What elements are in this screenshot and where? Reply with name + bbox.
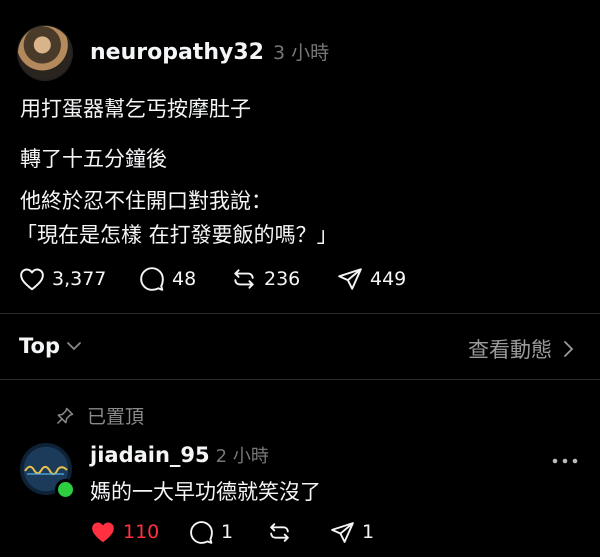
comment-actions: 110 1 1: [0, 518, 600, 546]
post-actions: 3,377 48 236 449: [0, 264, 600, 294]
pin-icon: [56, 407, 74, 424]
post-line-4: 「現在是怎樣 在打發要飯的嗎？」: [16, 223, 338, 247]
send-icon: [331, 521, 354, 543]
heart-filled-icon: [92, 522, 114, 543]
repost-icon: [270, 522, 289, 542]
like-button[interactable]: 3,377: [19, 267, 106, 291]
repost-button[interactable]: 236: [231, 266, 300, 292]
repost-count: 236: [264, 268, 301, 290]
comment-text: 媽的一大早功德就笑沒了: [90, 480, 321, 504]
activity-label: 查看動態: [468, 338, 552, 362]
ellipsis-icon: [552, 458, 578, 464]
avatar-logo-image: [24, 465, 68, 475]
sort-dropdown[interactable]: Top: [19, 334, 82, 358]
view-activity-link[interactable]: 查看動態: [468, 334, 574, 364]
post-author-avatar[interactable]: [18, 26, 72, 80]
comment-time: 2 小時: [215, 446, 269, 467]
chevron-down-icon: [67, 342, 81, 351]
comment-header: jiadain_95 2 小時: [90, 442, 269, 468]
repost-icon: [234, 269, 254, 289]
post-header: neuropathy32 3 小時: [90, 38, 329, 65]
pinned-indicator: 已置頂: [55, 402, 144, 429]
comment-share-count: 1: [362, 521, 375, 543]
comment-username[interactable]: jiadain_95: [90, 443, 210, 467]
chevron-right-icon: [564, 341, 574, 357]
comment-reply-count: 1: [221, 521, 234, 543]
like-count: 3,377: [52, 268, 107, 290]
comment-bubble-icon: [190, 520, 213, 544]
comment-like-button[interactable]: 110: [90, 520, 159, 544]
comment-like-count: 110: [123, 521, 160, 543]
comment-share-button[interactable]: 1: [330, 520, 374, 545]
post-line-2: 轉了十五分鐘後: [20, 147, 167, 171]
post-username[interactable]: neuropathy32: [90, 40, 264, 65]
online-status-dot: [55, 479, 76, 500]
sort-label: Top: [19, 334, 60, 358]
comment-reply-button[interactable]: 1: [189, 520, 233, 545]
share-count: 449: [370, 268, 407, 290]
comment-repost-button[interactable]: [267, 520, 292, 545]
send-icon: [338, 268, 362, 290]
comment-count: 48: [172, 268, 197, 290]
more-options-button[interactable]: [552, 446, 578, 471]
pinned-label: 已置頂: [87, 406, 145, 428]
comment-button[interactable]: 48: [139, 266, 196, 292]
post-time: 3 小時: [272, 42, 330, 64]
comment-bubble-icon: [140, 267, 164, 291]
divider: [0, 313, 600, 314]
divider: [0, 379, 600, 380]
heart-icon: [20, 268, 44, 291]
post-line-3: 他終於忍不住開口對我說：: [20, 189, 272, 213]
post-line-1: 用打蛋器幫乞丐按摩肚子: [20, 97, 251, 121]
share-button[interactable]: 449: [337, 266, 406, 292]
